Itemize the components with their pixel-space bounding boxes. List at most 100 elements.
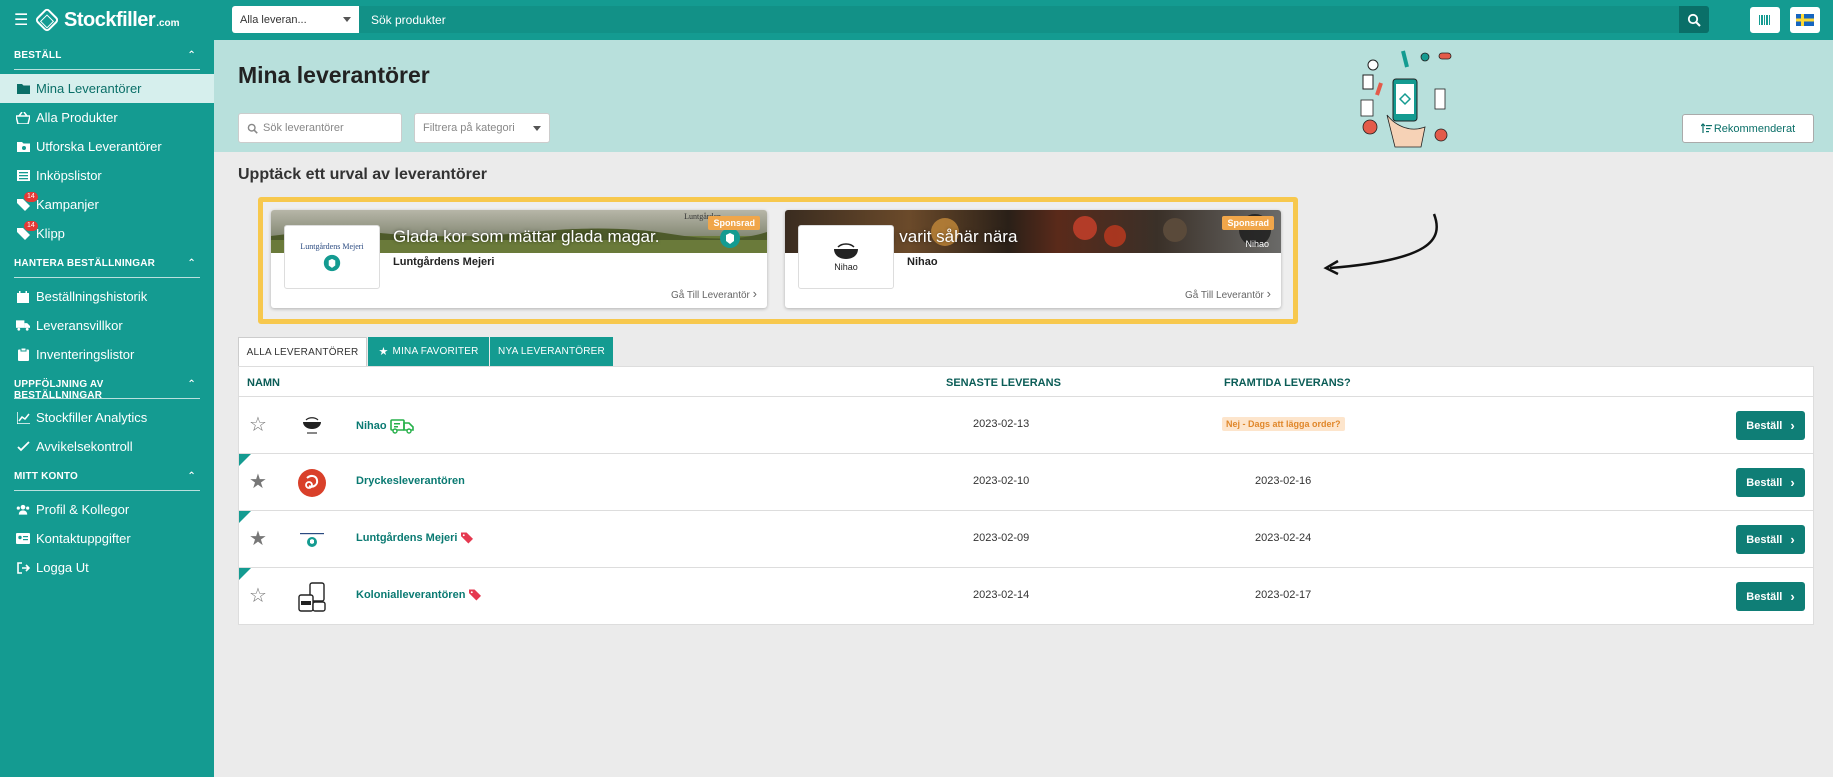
go-to-supplier-link[interactable]: Gå Till Leverantör › [671, 286, 757, 301]
sidebar-section-hantera[interactable]: HANTERA BESTÄLLNINGAR ⌃ [14, 258, 200, 278]
sidebar-item-bestallningshistorik[interactable]: Beställningshistorik [0, 282, 214, 311]
chart-icon [16, 411, 30, 424]
supplier-name: Nihao [907, 256, 938, 268]
favorite-star-icon[interactable]: ★ [249, 529, 267, 549]
sidebar-item-logga-ut[interactable]: Logga Ut [0, 553, 214, 582]
barcode-button[interactable] [1750, 7, 1780, 33]
sort-icon [1700, 123, 1712, 133]
tab-alla-leverantorer[interactable]: ALLA LEVERANTÖRER [238, 337, 367, 366]
sidebar-item-inventeringslistor[interactable]: Inventeringslistor [0, 340, 214, 369]
cow-logo-icon [300, 533, 324, 547]
supplier-logo: Nihao [798, 225, 894, 289]
folder-search-icon [16, 141, 30, 153]
favorite-star-icon[interactable]: ☆ [249, 415, 267, 435]
sidebar-item-label: Profil & Kollegor [36, 502, 130, 517]
sponsored-card-luntgardens[interactable]: Glada kor som mättar glada magar. Luntgå… [271, 210, 767, 308]
sort-button[interactable]: Rekommenderat [1682, 114, 1814, 143]
sidebar-item-klipp[interactable]: 14 Klipp [0, 219, 214, 248]
go-to-supplier-link[interactable]: Gå Till Leverantör › [1185, 286, 1271, 301]
order-button[interactable]: Beställ › [1736, 468, 1805, 497]
chevron-right-icon: › [752, 286, 757, 301]
logo[interactable]: Stockfiller .com [34, 7, 218, 33]
sidebar-item-kampanjer[interactable]: 14 Kampanjer [0, 190, 214, 219]
section-title: UPPFÖLJNING AV BESTÄLLNINGAR [14, 379, 104, 401]
sidebar-item-kontaktuppgifter[interactable]: Kontaktuppgifter [0, 524, 214, 553]
sidebar-section-mitt-konto[interactable]: MITT KONTO ⌃ [14, 471, 200, 491]
sidebar-item-utforska-leverantorer[interactable]: Utforska Leverantörer [0, 132, 214, 161]
go-to-supplier-label: Gå Till Leverantör [670, 290, 750, 301]
sponsored-suppliers-box: Glada kor som mättar glada magar. Luntgå… [258, 197, 1298, 324]
logout-icon [16, 561, 30, 574]
sidebar-item-label: Stockfiller Analytics [36, 410, 148, 425]
sidebar-item-label: Beställningshistorik [36, 289, 148, 304]
brand-suffix: .com [156, 17, 180, 29]
supplier-logo [295, 466, 329, 500]
supplier-name-link[interactable]: Nihao [356, 418, 414, 434]
sidebar-item-alla-produkter[interactable]: Alla Produkter [0, 103, 214, 132]
category-select[interactable]: Alla leveran... [232, 6, 359, 33]
bowl-logo-icon [303, 417, 321, 434]
sidebar-section-uppfoljning[interactable]: UPPFÖLJNING AV BESTÄLLNINGAR ⌃ [14, 379, 200, 401]
drink-logo-icon [298, 469, 326, 497]
supplier-name-link[interactable]: Kolonialleverantören [356, 589, 482, 601]
sidebar-item-label: Avvikelsekontroll [36, 439, 133, 454]
cow-logo-icon [720, 228, 740, 248]
product-search-input[interactable]: Sök produkter [359, 6, 1679, 33]
truck-icon [389, 419, 414, 434]
sort-button-label: Rekommenderat [1713, 122, 1796, 135]
sponsored-slogan: Glada kor som mättar glada magar. [393, 227, 660, 246]
basket-icon [16, 111, 30, 124]
order-button[interactable]: Beställ › [1736, 411, 1805, 440]
section-title: HANTERA BESTÄLLNINGAR [14, 258, 156, 269]
sidebar-item-label: Leveransvillkor [36, 318, 123, 333]
sponsored-badge: Sponsrad [708, 216, 760, 230]
new-supplier-marker [239, 568, 251, 580]
supplier-name: Luntgårdens Mejeri [356, 532, 458, 544]
go-to-supplier-label: Gå Till Leverantör [1184, 290, 1264, 301]
sidebar-item-profil-kollegor[interactable]: Profil & Kollegor [0, 495, 214, 524]
menu-icon[interactable]: ☰ [14, 10, 34, 30]
folder-icon [16, 83, 30, 95]
sidebar-item-stockfiller-analytics[interactable]: Stockfiller Analytics [0, 403, 214, 432]
column-header-name[interactable]: NAMN [247, 377, 280, 389]
order-button-label: Beställ [1746, 533, 1783, 546]
page-title: Mina leverantörer [238, 62, 430, 88]
language-button[interactable] [1790, 7, 1820, 33]
table-row: ☆ Kolonialleverantören 2023-02-14 2023-0… [239, 568, 1813, 625]
supplier-name-link[interactable]: Dryckesleverantören [356, 475, 465, 487]
chevron-down-icon [533, 125, 541, 131]
sidebar-item-avvikelsekontroll[interactable]: Avvikelsekontroll [0, 432, 214, 461]
tag-icon [469, 589, 482, 601]
tab-label: ALLA LEVERANTÖRER [246, 346, 359, 358]
chevron-up-icon: ⌃ [187, 379, 196, 390]
search-button[interactable] [1679, 6, 1709, 33]
brand-name: Stockfiller [64, 8, 156, 31]
supplier-logo [295, 580, 329, 614]
column-header-future-delivery[interactable]: FRAMTIDA LEVERANS? [1224, 377, 1351, 389]
sidebar-item-leveransvillkor[interactable]: Leveransvillkor [0, 311, 214, 340]
supplier-logo [295, 409, 329, 443]
order-button[interactable]: Beställ › [1736, 525, 1805, 554]
check-icon [16, 441, 30, 453]
sponsored-badge: Sponsrad [1222, 216, 1274, 230]
supplier-name: Dryckesleverantören [356, 475, 465, 487]
favorite-star-icon[interactable]: ☆ [249, 586, 267, 606]
tab-nya-leverantorer[interactable]: NYA LEVERANTÖRER [490, 337, 613, 366]
sidebar-section-bestall[interactable]: BESTÄLL ⌃ [14, 50, 200, 70]
order-button[interactable]: Beställ › [1736, 582, 1805, 611]
sponsored-card-nihao[interactable]: aldrig varit såhär nära Nihao Sponsrad N… [785, 210, 1281, 308]
supplier-name-link[interactable]: Luntgårdens Mejeri [356, 532, 474, 544]
favorite-star-icon[interactable]: ★ [249, 472, 267, 492]
supplier-search-input[interactable]: Sök leverantörer [238, 113, 402, 143]
table-row: ☆ Nihao 2023-02-13 Nej - Dags att lägga … [239, 397, 1813, 454]
suppliers-table: NAMN SENASTE LEVERANS FRAMTIDA LEVERANS?… [238, 366, 1814, 625]
column-header-last-delivery[interactable]: SENASTE LEVERANS [946, 377, 1061, 389]
section-title: MITT KONTO [14, 471, 79, 482]
category-filter-select[interactable]: Filtrera på kategori [414, 113, 550, 143]
swedish-flag-icon [1796, 14, 1814, 26]
category-select-value: Alla leveran... [240, 13, 307, 26]
chevron-right-icon: › [1790, 589, 1795, 604]
tab-mina-favoriter[interactable]: ★ MINA FAVORITER [368, 337, 489, 366]
sidebar-item-mina-leverantorer[interactable]: Mina Leverantörer [0, 74, 214, 103]
sidebar-item-inkopslistor[interactable]: Inköpslistor [0, 161, 214, 190]
